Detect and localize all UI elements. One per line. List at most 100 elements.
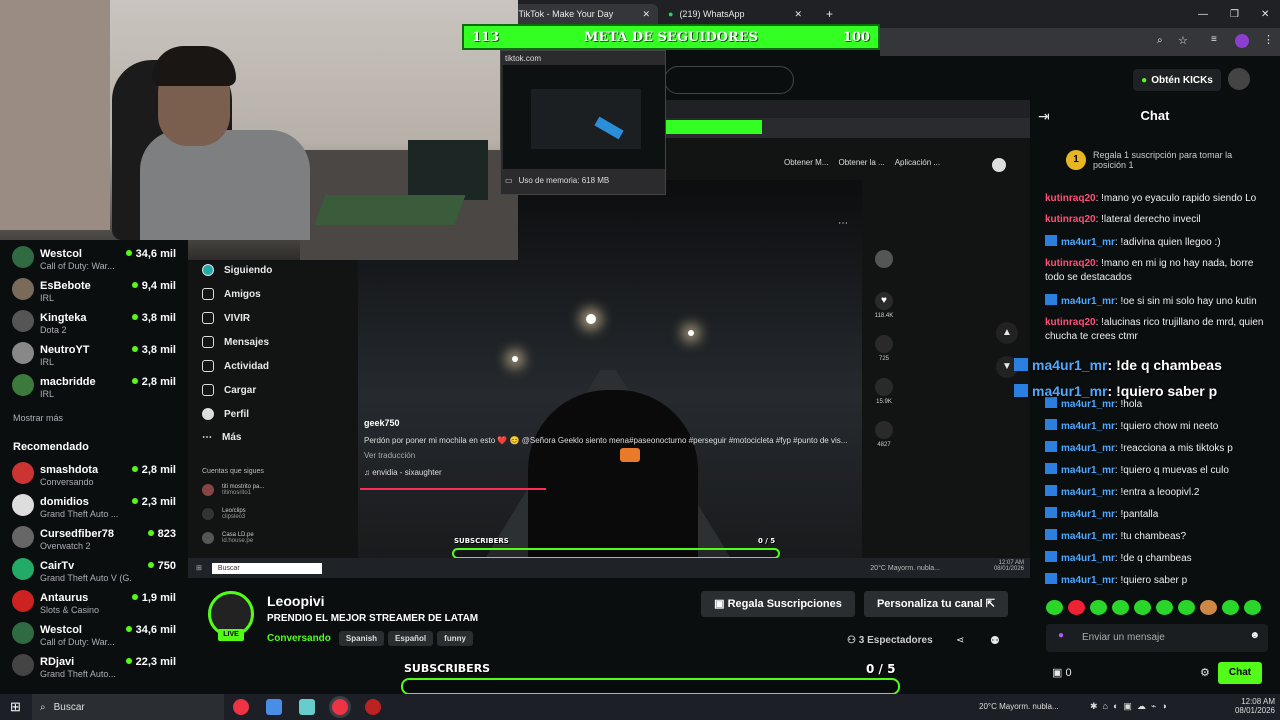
nav-profile[interactable]: Perfil bbox=[202, 408, 249, 420]
emote-icon[interactable] bbox=[1068, 600, 1085, 615]
sidebar-channel[interactable]: Westcol Call of Duty: War... 34,6 mil bbox=[10, 244, 180, 276]
customize-channel-button[interactable]: Personaliza tu canal ⇱ bbox=[864, 591, 1008, 617]
maximize-icon[interactable]: ❐ bbox=[1230, 9, 1239, 20]
messages-icon bbox=[202, 336, 214, 348]
sidebar-channel[interactable]: Westcol Call of Duty: War... 34,6 mil bbox=[10, 620, 180, 652]
windows-start-icon[interactable]: ⊞ bbox=[10, 699, 21, 715]
like-button[interactable]: ♥ 118.4K bbox=[872, 292, 896, 319]
sidebar-channel[interactable]: EsBebote IRL 9,4 mil bbox=[10, 276, 180, 308]
share-icon[interactable]: ⋖ bbox=[956, 635, 964, 646]
get-kicks-button[interactable]: ● Obtén KICKs bbox=[1133, 69, 1221, 91]
video-user[interactable]: geek750 bbox=[364, 418, 860, 428]
stream-category[interactable]: Conversando bbox=[267, 633, 331, 644]
webcam-overlay bbox=[0, 0, 518, 260]
clock[interactable]: 12:08 AM 08/01/2026 bbox=[1225, 697, 1275, 715]
emote-icon[interactable] bbox=[1112, 600, 1129, 615]
close-icon[interactable]: ✕ bbox=[794, 9, 802, 20]
sidebar-channel[interactable]: Kingteka Dota 2 3,8 mil bbox=[10, 308, 180, 340]
save-button[interactable]: 15.9K bbox=[872, 378, 896, 405]
desktop-app-button[interactable]: Aplicación ... bbox=[895, 158, 940, 174]
viewer-count: ⚇ 3 Espectadores bbox=[847, 635, 933, 646]
share-button[interactable]: 4827 bbox=[872, 421, 896, 448]
nav-following[interactable]: Siguiendo bbox=[202, 264, 272, 276]
gift-subscriptions-button[interactable]: ▣ Regala Suscripciones bbox=[701, 591, 855, 617]
following-account[interactable]: Casa LD.pe ld.house.pe bbox=[202, 532, 352, 544]
sidebar-channel[interactable]: Antaurus Slots & Casino 1,9 mil bbox=[10, 588, 180, 620]
menu-icon[interactable]: ⋮ bbox=[1263, 33, 1274, 46]
inner-search[interactable]: Buscar bbox=[211, 562, 322, 574]
nav-friends[interactable]: Amigos bbox=[202, 288, 261, 300]
webcam-person-hair bbox=[152, 46, 236, 86]
send-chat-button[interactable]: Chat bbox=[1218, 662, 1262, 684]
minimize-icon[interactable]: — bbox=[1198, 9, 1208, 20]
sidebar-channel[interactable]: domidios Grand Theft Auto ... 2,3 mil bbox=[10, 492, 180, 524]
tray-icons[interactable]: ✱⌂◐▣☁⌁◑ bbox=[1090, 701, 1172, 712]
sidebar-channel[interactable]: RDjavi Grand Theft Auto... 22,3 mil bbox=[10, 652, 180, 684]
close-window-icon[interactable]: ✕ bbox=[1261, 9, 1269, 20]
tag-chip[interactable]: funny bbox=[437, 631, 473, 646]
emote-icon[interactable] bbox=[1090, 600, 1107, 615]
get-coins-button[interactable]: Obtener M... bbox=[784, 158, 828, 174]
extensions-icon[interactable]: ≡ bbox=[1211, 34, 1217, 45]
emote-icon[interactable] bbox=[1178, 600, 1195, 615]
chat-settings-icon[interactable]: ⚙ bbox=[1200, 666, 1210, 679]
tag-chip[interactable]: Spanish bbox=[338, 631, 385, 646]
emote-icon[interactable] bbox=[1244, 600, 1261, 615]
previous-video-button[interactable]: ▲ bbox=[996, 322, 1018, 344]
profile-avatar[interactable] bbox=[1235, 34, 1249, 48]
sidebar-channel[interactable]: macbridde IRL 2,8 mil bbox=[10, 372, 180, 404]
nav-upload[interactable]: Cargar bbox=[202, 384, 256, 396]
sidebar-channel[interactable]: NeutroYT IRL 3,8 mil bbox=[10, 340, 180, 372]
pinned-gift-banner[interactable]: 1 Regala 1 suscripción para tomar la pos… bbox=[1060, 144, 1270, 174]
following-account[interactable]: titi mostrito pa... titimosrito1 bbox=[202, 484, 352, 496]
emote-icon[interactable] bbox=[1134, 600, 1151, 615]
emote-icon[interactable] bbox=[1046, 600, 1063, 615]
video-sound[interactable]: ♫ envidia - sixaughter bbox=[364, 468, 860, 477]
nav-live[interactable]: VIVIR bbox=[202, 312, 250, 324]
close-icon[interactable]: ✕ bbox=[642, 9, 650, 20]
sidebar-channel[interactable]: smashdota Conversando 2,8 mil bbox=[10, 460, 180, 492]
tiktok-profile-avatar[interactable] bbox=[992, 158, 1006, 172]
tab-whatsapp[interactable]: ● (219) WhatsApp ✕ bbox=[660, 4, 810, 24]
sidebar-channel[interactable]: CairTv Grand Theft Auto V (G... 750 bbox=[10, 556, 180, 588]
copilot-icon[interactable] bbox=[266, 699, 282, 715]
microphone-icon[interactable]: ● bbox=[1058, 630, 1064, 641]
sidebar-channel[interactable]: Cursedfiber78 Overwatch 2 823 bbox=[10, 524, 180, 556]
user-avatar[interactable] bbox=[1228, 68, 1250, 90]
following-account[interactable]: Leo/clips clipsleo3 bbox=[202, 508, 352, 520]
zoom-icon[interactable]: ⌕ bbox=[1157, 35, 1163, 46]
obs-icon[interactable] bbox=[365, 699, 381, 715]
emoji-icon[interactable]: ☻ bbox=[1249, 630, 1260, 641]
streamer-name[interactable]: Leoopivi bbox=[267, 593, 325, 609]
emote-icon[interactable] bbox=[1222, 600, 1239, 615]
nav-activity[interactable]: Actividad bbox=[202, 360, 269, 372]
tab-tiktok[interactable]: ♪ TikTok - Make Your Day ✕ bbox=[500, 4, 658, 24]
nav-messages[interactable]: Mensajes bbox=[202, 336, 269, 348]
kick-search-input[interactable] bbox=[664, 66, 794, 94]
nav-more[interactable]: ⋯ Más bbox=[202, 432, 241, 443]
moderator-icon[interactable]: ⚉ bbox=[990, 634, 1000, 647]
bookmark-star-icon[interactable]: ☆ bbox=[1178, 34, 1188, 47]
comment-button[interactable]: 725 bbox=[872, 335, 896, 362]
translate-link[interactable]: Ver traducción bbox=[364, 451, 860, 460]
emote-icon[interactable] bbox=[1200, 600, 1217, 615]
start-icon[interactable]: ⊞ bbox=[196, 564, 202, 572]
video-progress[interactable] bbox=[360, 488, 546, 490]
show-more-link[interactable]: Mostrar más bbox=[13, 413, 63, 423]
chrome-icon[interactable] bbox=[233, 699, 249, 715]
taskbar-search[interactable]: ⌕ Buscar bbox=[32, 694, 224, 720]
chrome-active-icon[interactable] bbox=[332, 699, 348, 715]
tag-chip[interactable]: Español bbox=[388, 631, 434, 646]
channel-avatar bbox=[12, 246, 34, 268]
new-tab-button[interactable]: + bbox=[818, 4, 841, 24]
creator-avatar[interactable] bbox=[872, 250, 896, 271]
channel-avatar bbox=[12, 278, 34, 300]
video-more-icon[interactable]: ⋯ bbox=[838, 218, 848, 229]
emote-icon[interactable] bbox=[1156, 600, 1173, 615]
weather-text[interactable]: 20°C Mayorm. nubla... bbox=[979, 702, 1059, 711]
chat-message-input[interactable]: ● Enviar un mensaje ☻ bbox=[1046, 624, 1268, 652]
notepad-icon[interactable] bbox=[299, 699, 315, 715]
get-app-button[interactable]: Obtener la ... bbox=[838, 158, 884, 174]
following-accounts-title: Cuentas que sigues bbox=[202, 468, 264, 475]
kicks-wallet[interactable]: ▣ 0 bbox=[1052, 666, 1072, 679]
